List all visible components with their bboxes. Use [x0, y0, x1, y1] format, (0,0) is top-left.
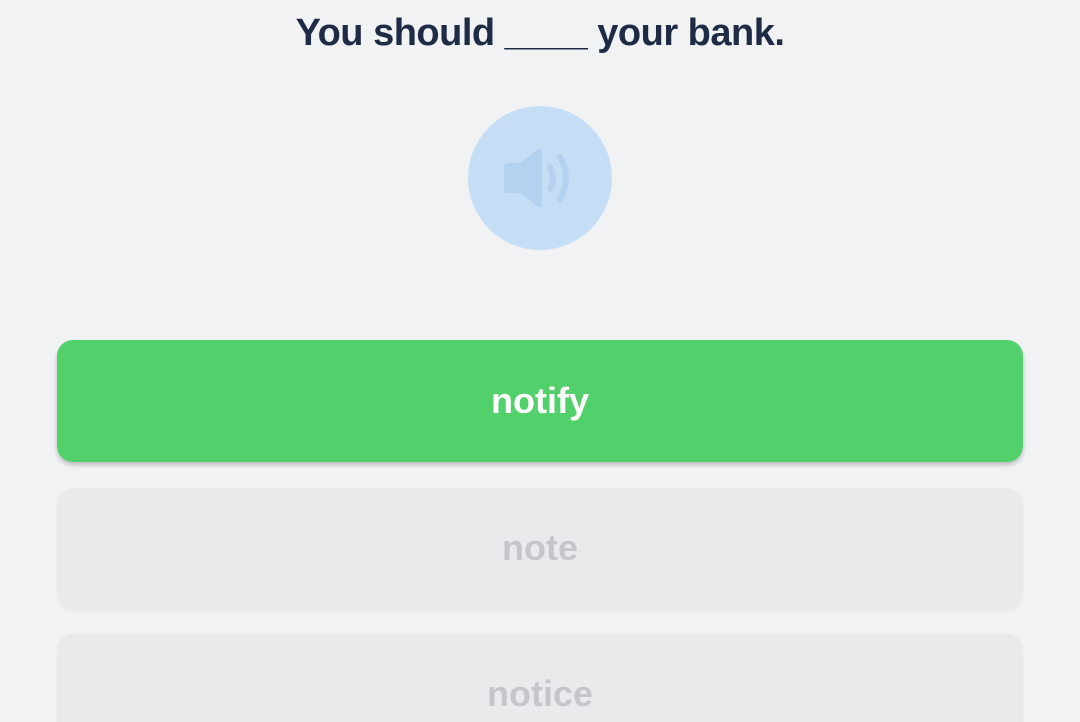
play-audio-button[interactable]	[468, 106, 612, 250]
answer-option-notice[interactable]: notice	[57, 634, 1023, 722]
speaker-icon	[504, 148, 569, 208]
answer-option-notify[interactable]: notify	[57, 340, 1023, 462]
quiz-screen: You should ____ your bank. notify note n…	[0, 0, 1080, 722]
answer-option-note[interactable]: note	[57, 488, 1023, 608]
question-text: You should ____ your bank.	[295, 12, 785, 54]
